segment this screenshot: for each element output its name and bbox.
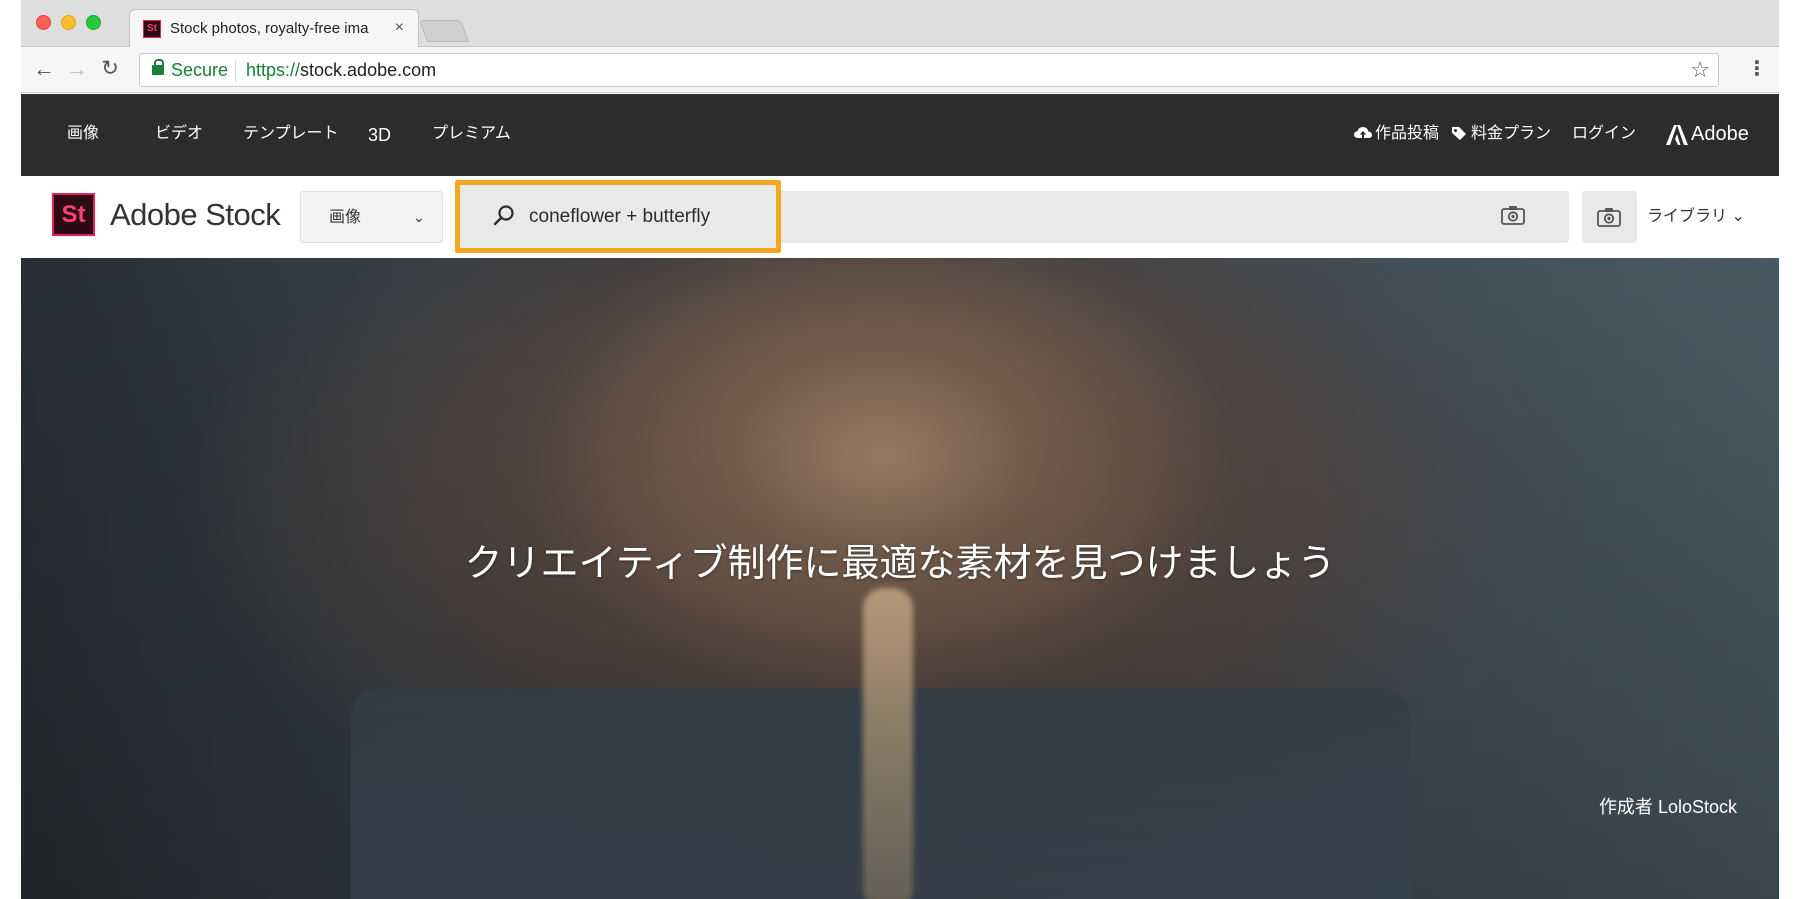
new-tab-button[interactable] bbox=[418, 20, 470, 42]
omnibox-divider bbox=[235, 60, 236, 82]
minimize-window-button[interactable] bbox=[61, 15, 76, 30]
url-host: stock.adobe.com bbox=[300, 60, 437, 80]
nav-item-templates[interactable]: テンプレート bbox=[243, 124, 339, 144]
forward-arrow-icon[interactable]: → bbox=[64, 56, 90, 82]
search-input[interactable]: coneflower + butterfly bbox=[529, 206, 710, 228]
search-icon bbox=[493, 205, 514, 226]
adobe-logo-icon[interactable] bbox=[1666, 125, 1688, 145]
browser-toolbar: ← → ↻ Secure https://stock.adobe.com ☆ ⋮ bbox=[21, 47, 1779, 93]
lock-icon bbox=[152, 59, 164, 75]
nav-item-3d[interactable]: 3D bbox=[368, 125, 391, 145]
library-menu[interactable]: ライブラリ ⌄ bbox=[1647, 207, 1745, 227]
stock-header: St Adobe Stock 画像 ⌄ coneflower + butterf… bbox=[21, 176, 1779, 258]
product-name[interactable]: Adobe Stock bbox=[110, 197, 281, 233]
hero-banner: クリエイティブ制作に最適な素材を見つけましょう 作成者 LoloStock bbox=[21, 258, 1779, 899]
library-label: ライブラリ bbox=[1647, 208, 1728, 225]
camera-icon[interactable] bbox=[1501, 205, 1525, 225]
tab-title: Stock photos, royalty-free ima bbox=[170, 20, 369, 37]
zoom-window-button[interactable] bbox=[86, 15, 101, 30]
upload-label: 作品投稿 bbox=[1375, 125, 1440, 142]
favicon: St bbox=[143, 20, 161, 38]
visual-search-button[interactable] bbox=[1582, 191, 1637, 243]
reload-icon[interactable]: ↻ bbox=[97, 56, 123, 82]
chevron-down-icon: ⌄ bbox=[413, 209, 425, 225]
cloud-upload-icon bbox=[1354, 127, 1372, 139]
tag-icon bbox=[1452, 127, 1466, 140]
chevron-down-icon: ⌄ bbox=[1731, 208, 1745, 225]
pricing-label: 料金プラン bbox=[1471, 125, 1552, 142]
close-window-button[interactable] bbox=[36, 15, 51, 30]
url-text[interactable]: https://stock.adobe.com bbox=[246, 60, 436, 80]
pricing-link[interactable]: 料金プラン bbox=[1450, 124, 1551, 144]
nav-item-images[interactable]: 画像 bbox=[67, 124, 99, 144]
browser-tab[interactable]: St Stock photos, royalty-free ima × bbox=[129, 9, 419, 47]
camera-icon bbox=[1597, 208, 1621, 227]
browser-window: St Stock photos, royalty-free ima × ← → … bbox=[21, 0, 1779, 899]
browser-menu-icon[interactable]: ⋮ bbox=[1747, 56, 1767, 82]
adobe-brand-link[interactable]: Adobe bbox=[1691, 123, 1749, 145]
hero-headline: クリエイティブ制作に最適な素材を見つけましょう bbox=[464, 543, 1336, 585]
stock-logo[interactable]: St bbox=[52, 193, 95, 236]
top-navigation: 画像 ビデオ テンプレート 3D プレミアム 作品投稿 料金プラン ログイン A… bbox=[21, 94, 1779, 176]
bookmark-star-icon[interactable]: ☆ bbox=[1690, 57, 1710, 83]
login-link[interactable]: ログイン bbox=[1572, 124, 1636, 144]
nav-item-video[interactable]: ビデオ bbox=[155, 124, 203, 144]
tab-strip: St Stock photos, royalty-free ima × bbox=[21, 0, 1779, 47]
url-scheme: https:// bbox=[246, 60, 301, 80]
image-credit[interactable]: 作成者 LoloStock bbox=[1599, 796, 1737, 818]
nav-item-premium[interactable]: プレミアム bbox=[432, 124, 511, 144]
close-tab-icon[interactable]: × bbox=[395, 18, 404, 38]
secure-label: Secure bbox=[171, 60, 229, 80]
asset-type-value: 画像 bbox=[329, 209, 362, 226]
upload-link[interactable]: 作品投稿 bbox=[1354, 124, 1439, 144]
back-arrow-icon[interactable]: ← bbox=[31, 56, 57, 82]
asset-type-select[interactable]: 画像 ⌄ bbox=[300, 191, 443, 243]
address-bar[interactable]: Secure https://stock.adobe.com ☆ bbox=[139, 53, 1719, 87]
